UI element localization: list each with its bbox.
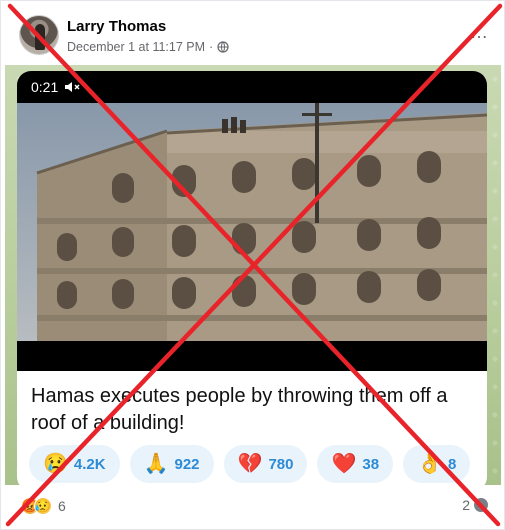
post-meta: December 1 at 11:17 PM · xyxy=(67,40,229,54)
crying-face-icon: 😢 xyxy=(43,453,68,475)
post-footer: 😡 😥 6 2 xyxy=(1,489,505,529)
reaction-ok[interactable]: 👌 8 xyxy=(403,445,471,483)
reaction-heart[interactable]: ❤️ 38 xyxy=(317,445,394,483)
broken-heart-icon: 💔 xyxy=(237,453,263,475)
reaction-icons: 😡 😥 xyxy=(21,497,52,515)
reaction-count: 922 xyxy=(174,455,200,473)
reaction-count: 780 xyxy=(268,455,294,473)
comment-count: 2 xyxy=(462,497,470,513)
post-timestamp[interactable]: December 1 at 11:17 PM xyxy=(67,40,205,54)
speaker-muted-icon[interactable] xyxy=(64,81,80,93)
more-options-icon[interactable]: … xyxy=(469,23,489,45)
reaction-summary[interactable]: 😡 😥 6 xyxy=(21,497,66,515)
post-header: Larry Thomas December 1 at 11:17 PM · … xyxy=(19,15,489,59)
sad-face-icon: 😥 xyxy=(34,497,52,515)
reaction-count: 38 xyxy=(362,455,380,473)
video-timebar: 0:21 xyxy=(31,79,80,95)
reaction-pray[interactable]: 🙏 922 xyxy=(129,445,214,483)
reaction-total: 6 xyxy=(58,498,66,514)
reaction-broken-heart[interactable]: 💔 780 xyxy=(223,445,308,483)
globe-icon xyxy=(217,41,229,53)
red-heart-icon: ❤️ xyxy=(331,453,357,475)
praying-hands-icon: 🙏 xyxy=(143,453,169,475)
shared-screenshot: 0:21 Hamas executes people by throwing t… xyxy=(5,65,501,485)
post-caption: Hamas executes people by throwing them o… xyxy=(31,385,448,434)
comment-summary[interactable]: 2 xyxy=(462,497,488,513)
author-name[interactable]: Larry Thomas xyxy=(67,18,166,35)
building-image xyxy=(17,103,487,341)
video-player[interactable]: 0:21 xyxy=(17,71,487,371)
reaction-count: 8 xyxy=(447,455,457,473)
facebook-post: Larry Thomas December 1 at 11:17 PM · … … xyxy=(0,0,505,530)
meta-separator: · xyxy=(209,40,214,54)
video-time: 0:21 xyxy=(31,79,59,95)
comment-icon xyxy=(474,498,488,512)
video-frame xyxy=(17,103,487,341)
ok-hand-icon: 👌 xyxy=(417,453,442,475)
reaction-count: 4.2K xyxy=(73,455,106,473)
reaction-cry[interactable]: 😢 4.2K xyxy=(29,445,120,483)
reaction-bar: 😢 4.2K 🙏 922 💔 780 ❤️ 38 👌 8 xyxy=(29,445,487,485)
shared-message-card: 0:21 Hamas executes people by throwing t… xyxy=(17,71,487,485)
avatar[interactable] xyxy=(19,15,59,55)
